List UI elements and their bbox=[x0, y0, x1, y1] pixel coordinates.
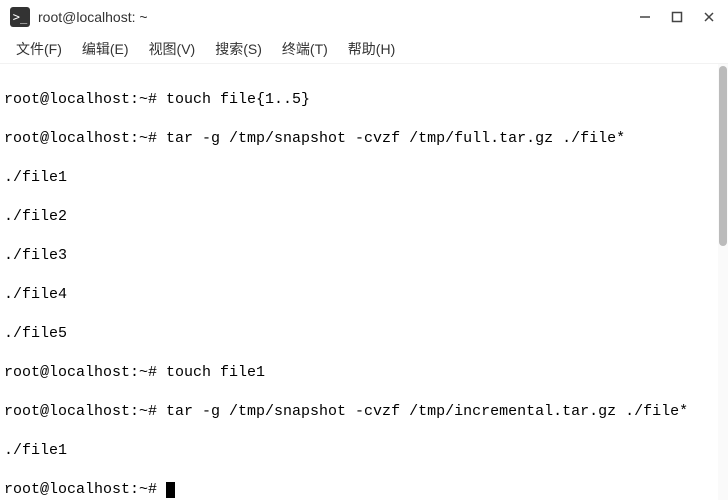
terminal-line: ./file2 bbox=[4, 207, 724, 227]
menu-view[interactable]: 视图(V) bbox=[141, 35, 204, 63]
menu-search[interactable]: 搜索(S) bbox=[207, 35, 270, 63]
terminal-line: root@localhost:~# tar -g /tmp/snapshot -… bbox=[4, 129, 724, 149]
terminal-cursor bbox=[166, 482, 175, 498]
menu-terminal[interactable]: 终端(T) bbox=[274, 35, 336, 63]
menu-edit[interactable]: 编辑(E) bbox=[74, 35, 137, 63]
menubar: 文件(F) 编辑(E) 视图(V) 搜索(S) 终端(T) 帮助(H) bbox=[0, 34, 728, 64]
terminal-scrollbar[interactable] bbox=[718, 64, 728, 500]
terminal-output[interactable]: root@localhost:~# touch file{1..5} root@… bbox=[0, 64, 728, 500]
minimize-button[interactable] bbox=[636, 8, 654, 26]
terminal-prompt-line: root@localhost:~# bbox=[4, 480, 724, 500]
window-title: root@localhost: ~ bbox=[38, 9, 636, 25]
terminal-line: root@localhost:~# tar -g /tmp/snapshot -… bbox=[4, 402, 724, 422]
terminal-line: ./file1 bbox=[4, 441, 724, 461]
menu-file[interactable]: 文件(F) bbox=[8, 35, 70, 63]
terminal-line: ./file3 bbox=[4, 246, 724, 266]
scrollbar-thumb[interactable] bbox=[719, 66, 727, 246]
terminal-line: ./file5 bbox=[4, 324, 724, 344]
terminal-line: root@localhost:~# touch file{1..5} bbox=[4, 90, 724, 110]
window-titlebar: >_ root@localhost: ~ bbox=[0, 0, 728, 34]
app-icon-glyph: >_ bbox=[13, 10, 27, 24]
terminal-line: root@localhost:~# touch file1 bbox=[4, 363, 724, 383]
close-button[interactable] bbox=[700, 8, 718, 26]
window-controls bbox=[636, 8, 718, 26]
terminal-line: ./file4 bbox=[4, 285, 724, 305]
terminal-prompt: root@localhost:~# bbox=[4, 481, 166, 498]
maximize-button[interactable] bbox=[668, 8, 686, 26]
terminal-line: ./file1 bbox=[4, 168, 724, 188]
menu-help[interactable]: 帮助(H) bbox=[340, 35, 403, 63]
terminal-app-icon: >_ bbox=[10, 7, 30, 27]
